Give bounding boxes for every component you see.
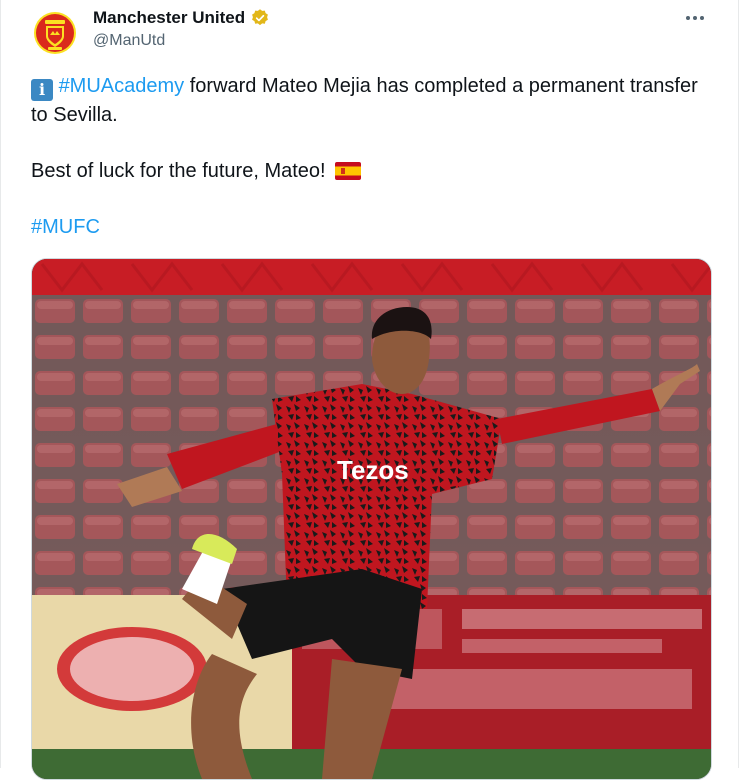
info-icon: i — [31, 79, 53, 101]
hashtag-muacademy[interactable]: #MUAcademy — [59, 75, 185, 97]
tweet-line-2-text: Best of luck for the future, Mateo! — [31, 160, 326, 182]
verified-badge-icon — [252, 9, 269, 26]
spain-flag-icon — [335, 162, 362, 180]
display-name[interactable]: Manchester United — [93, 8, 245, 28]
more-dot-icon — [693, 16, 697, 20]
tweet-line-1: i #MUAcademy forward Mateo Mejia has com… — [31, 72, 711, 129]
more-dot-icon — [700, 16, 704, 20]
tweet-text: i #MUAcademy forward Mateo Mejia has com… — [31, 72, 711, 241]
avatar[interactable] — [31, 9, 79, 57]
shirt-sponsor-text: Tezos — [337, 455, 409, 485]
tweet-line-2: Best of luck for the future, Mateo! — [31, 157, 711, 185]
more-options-button[interactable] — [678, 6, 712, 30]
tweet-card: Manchester United @ManUtd i #MUAcademy f… — [0, 0, 739, 780]
tweet-header: Manchester United @ManUtd — [93, 8, 270, 50]
hashtag-mufc[interactable]: #MUFC — [31, 216, 100, 238]
tweet-media-photo[interactable]: Tezos — [31, 258, 712, 780]
man-utd-crest-icon — [34, 12, 76, 54]
account-handle[interactable]: @ManUtd — [93, 32, 270, 50]
more-dot-icon — [686, 16, 690, 20]
player-kicking-photo: Tezos — [32, 259, 711, 779]
tweet-line-3: #MUFC — [31, 213, 711, 241]
